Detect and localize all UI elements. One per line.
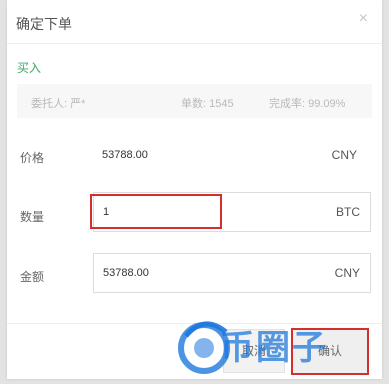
principal-text: 委托人: 严* [31,98,86,110]
price-value: 53788.00 [102,149,148,161]
amount-unit: CNY [334,266,360,280]
order-side-label: 买入 [17,61,42,75]
close-icon[interactable]: × [359,10,368,28]
amount-value: 53788.00 [103,267,149,279]
completion-rate-text: 完成率: 99.09% [269,98,346,110]
trade-count-text: 单数: 1545 [181,98,234,110]
amount-label: 金额 [20,270,45,284]
quantity-label: 数量 [20,210,45,224]
header-divider [7,43,382,44]
quantity-highlight-box [90,194,222,229]
watermark-text: 币圈子 [220,328,328,368]
watermark-logo: 币圈子 [170,310,389,379]
price-unit: CNY [331,148,357,162]
quantity-unit: BTC [336,205,360,219]
amount-input[interactable]: 53788.00 CNY [93,253,371,293]
counterparty-info-bar: 委托人: 严* 单数: 1545 完成率: 99.09% [17,84,372,118]
price-label: 价格 [20,151,45,165]
dialog-title: 确定下单 [16,16,72,32]
